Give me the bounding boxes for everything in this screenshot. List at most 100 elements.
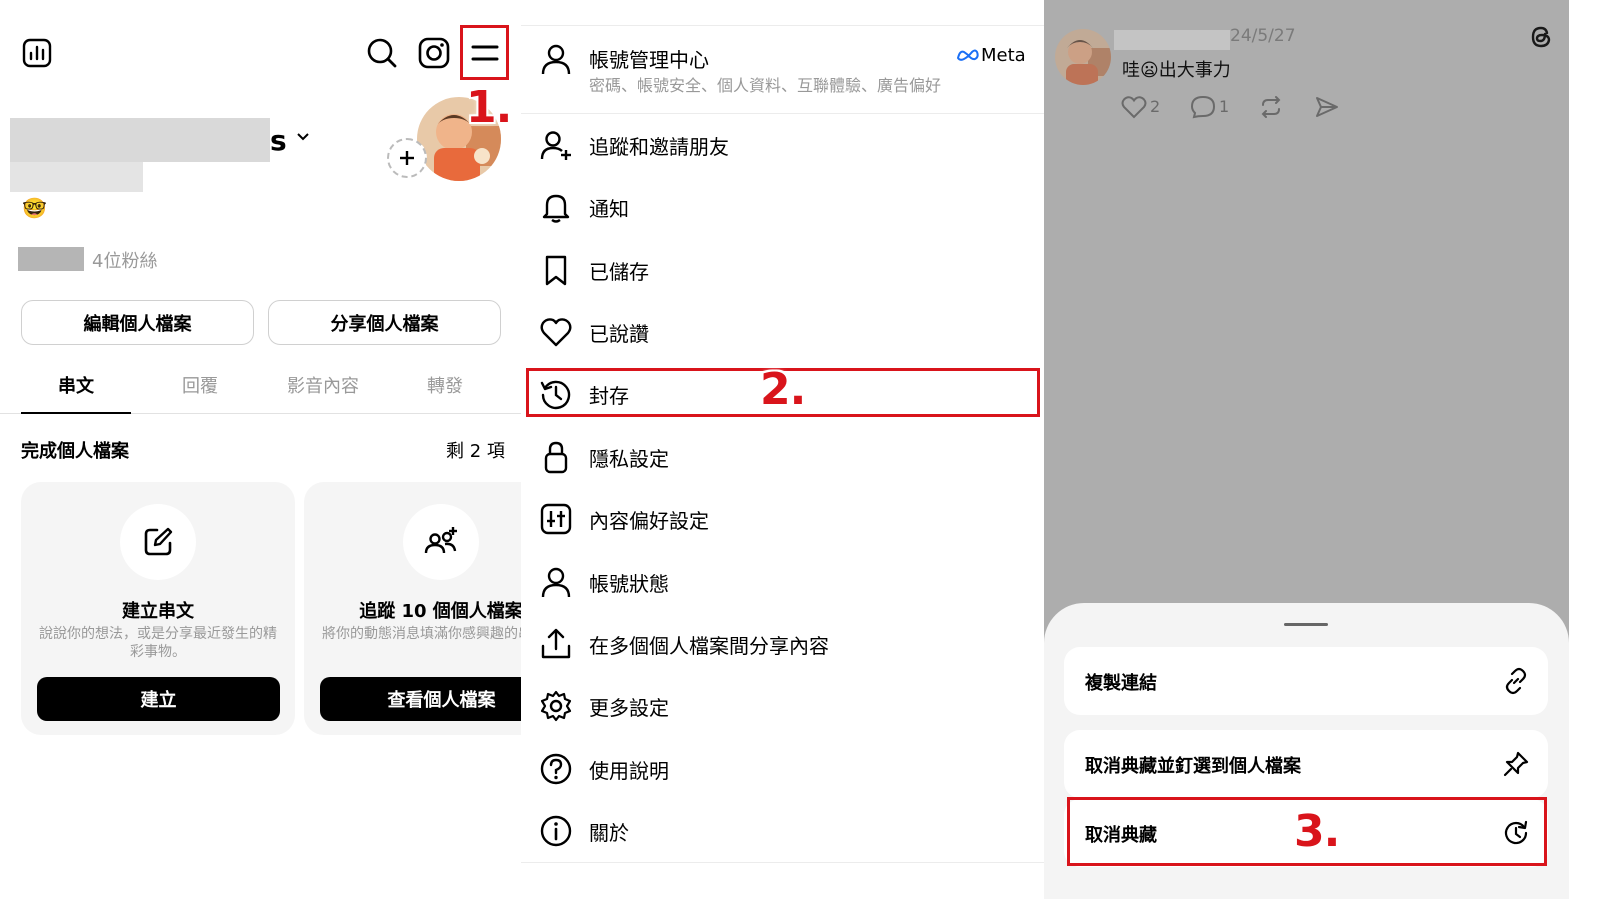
menu-item-label: 帳號狀態 — [589, 572, 669, 596]
lock-icon — [544, 441, 568, 474]
tab-replies[interactable]: 回覆 — [145, 372, 255, 398]
menu-item-liked[interactable]: 已說讚 — [521, 300, 1044, 362]
copy-link-option[interactable]: 複製連結 — [1064, 647, 1548, 715]
reply-icon[interactable] — [1190, 95, 1216, 119]
menu-item-label: 內容偏好設定 — [589, 509, 709, 533]
follow-profiles-card: 追蹤 10 個個人檔案 將你的動態消息填滿你感興趣的串文。 查看個人檔案 — [304, 482, 521, 735]
post-emoji: 😦 — [1140, 60, 1159, 81]
link-icon — [1505, 667, 1527, 695]
annotation-step-1: 1. — [466, 82, 512, 133]
post-text: 哇😦出大事力 — [1122, 56, 1231, 82]
option-label: 取消典藏並釘選到個人檔案 — [1085, 756, 1301, 777]
follower-avatars-redacted — [18, 247, 84, 271]
bell-icon — [542, 194, 570, 223]
create-post-button[interactable]: 建立 — [37, 677, 280, 721]
profile-panel: s 🤓 4位粉絲 編輯個人檔案 分享個人檔案 串文 回覆 影音內容 轉發 完成個… — [0, 0, 521, 899]
account-center-subtitle: 密碼、帳號安全、個人資料、互聯體驗、廣告偏好 — [589, 76, 942, 95]
card-title: 追蹤 10 個個人檔案 — [359, 601, 521, 622]
info-icon — [540, 815, 572, 847]
instagram-icon[interactable] — [418, 37, 450, 69]
search-icon[interactable] — [366, 37, 398, 69]
card-icon-circle — [403, 504, 479, 580]
sheet-grabber[interactable] — [1284, 623, 1328, 626]
menu-item-follow-invite[interactable]: 追蹤和邀請朋友 — [521, 113, 1044, 175]
remaining-count: 剩 2 項 — [446, 441, 505, 462]
threads-logo-icon — [1531, 26, 1551, 48]
menu-item-label: 在多個個人檔案間分享內容 — [589, 634, 829, 658]
meta-brand: Meta — [981, 45, 1026, 66]
account-center-title: 帳號管理中心 — [589, 48, 709, 72]
menu-item-label: 已說讚 — [589, 322, 649, 346]
menu-item-notifications[interactable]: 通知 — [521, 175, 1044, 237]
menu-item-label: 使用說明 — [589, 759, 669, 783]
menu-item-account-status[interactable]: 帳號狀態 — [521, 550, 1044, 612]
edit-profile-button[interactable]: 編輯個人檔案 — [21, 300, 254, 345]
complete-profile-title: 完成個人檔案 — [21, 441, 129, 462]
handle-redacted — [10, 162, 143, 192]
repost-icon[interactable] — [1258, 95, 1284, 119]
menu-item-privacy[interactable]: 隱私設定 — [521, 425, 1044, 487]
menu-item-about[interactable]: 關於 — [521, 799, 1044, 861]
annotation-step-3: 3. — [1294, 806, 1340, 857]
settings-menu-panel: 帳號管理中心 密碼、帳號安全、個人資料、互聯體驗、廣告偏好 Meta 追蹤和邀請… — [521, 0, 1044, 899]
bookmark-icon — [545, 255, 567, 286]
insights-icon[interactable] — [22, 38, 52, 68]
menu-item-saved[interactable]: 已儲存 — [521, 238, 1044, 300]
tab-posts[interactable]: 串文 — [21, 372, 131, 398]
like-count: 2 — [1150, 97, 1161, 116]
post-author-redacted — [1114, 30, 1230, 50]
sliders-icon — [540, 503, 572, 535]
post-avatar[interactable] — [1054, 28, 1112, 86]
card-icon-circle — [120, 504, 196, 580]
add-story-button[interactable] — [387, 138, 427, 178]
menu-item-label: 已儲存 — [589, 260, 649, 284]
menu-bottom-divider — [521, 862, 1044, 863]
post-date: 24/5/27 — [1230, 26, 1296, 46]
card-title: 建立串文 — [122, 601, 194, 622]
send-icon[interactable] — [1314, 95, 1340, 119]
person-icon — [541, 44, 571, 75]
archive-panel: 24/5/27 哇😦出大事力 2 1 複製連結 取消典藏並釘選到個人檔案 取消典… — [1044, 0, 1569, 899]
help-icon — [540, 753, 572, 785]
menu-item-more-settings[interactable]: 更多設定 — [521, 674, 1044, 736]
pin-icon — [1503, 751, 1529, 777]
annotation-step-2: 2. — [760, 364, 806, 415]
menu-item-label: 更多設定 — [589, 696, 669, 720]
username-redacted — [10, 118, 270, 162]
plus-icon — [400, 151, 414, 165]
card-description: 說說你的想法，或是分享最近發生的精彩事物。 — [39, 626, 277, 660]
account-center-item[interactable]: 帳號管理中心 密碼、帳號安全、個人資料、互聯體驗、廣告偏好 Meta — [521, 26, 1044, 112]
gear-icon — [540, 690, 572, 722]
option-label: 複製連結 — [1085, 673, 1157, 694]
share-profile-button[interactable]: 分享個人檔案 — [268, 300, 501, 345]
tab-media[interactable]: 影音內容 — [268, 372, 378, 398]
like-icon[interactable] — [1121, 95, 1147, 119]
username-suffix: s — [270, 124, 287, 157]
meta-logo-icon — [956, 49, 979, 61]
person-icon — [541, 567, 571, 598]
active-tab-indicator — [21, 412, 131, 414]
card-description: 將你的動態消息填滿你感興趣的串文。 — [322, 626, 521, 642]
menu-item-share-across-profiles[interactable]: 在多個個人檔案間分享內容 — [521, 612, 1044, 674]
menu-item-label: 通知 — [589, 197, 629, 221]
chevron-down-icon[interactable] — [296, 132, 310, 142]
menu-item-label: 追蹤和邀請朋友 — [589, 135, 729, 159]
view-profiles-button[interactable]: 查看個人檔案 — [320, 677, 521, 721]
menu-item-content-preferences[interactable]: 內容偏好設定 — [521, 487, 1044, 549]
create-post-card: 建立串文 說說你的想法，或是分享最近發生的精彩事物。 建立 — [21, 482, 295, 735]
add-person-icon — [540, 131, 571, 160]
post-text-end: 出大事力 — [1158, 60, 1231, 81]
unarchive-and-pin-option[interactable]: 取消典藏並釘選到個人檔案 — [1064, 730, 1548, 798]
post-text-start: 哇 — [1122, 60, 1140, 81]
menu-item-label: 關於 — [589, 821, 629, 845]
annotation-box-1 — [460, 25, 509, 80]
compose-icon — [144, 527, 173, 556]
heart-icon — [540, 318, 572, 347]
followers-count[interactable]: 4位粉絲 — [92, 247, 157, 273]
add-people-icon — [424, 527, 457, 554]
bio-emoji: 🤓 — [22, 196, 47, 220]
menu-item-help[interactable]: 使用說明 — [521, 737, 1044, 799]
tab-reposts[interactable]: 轉發 — [390, 372, 500, 398]
share-upload-icon — [541, 628, 571, 659]
reply-count: 1 — [1219, 97, 1230, 116]
